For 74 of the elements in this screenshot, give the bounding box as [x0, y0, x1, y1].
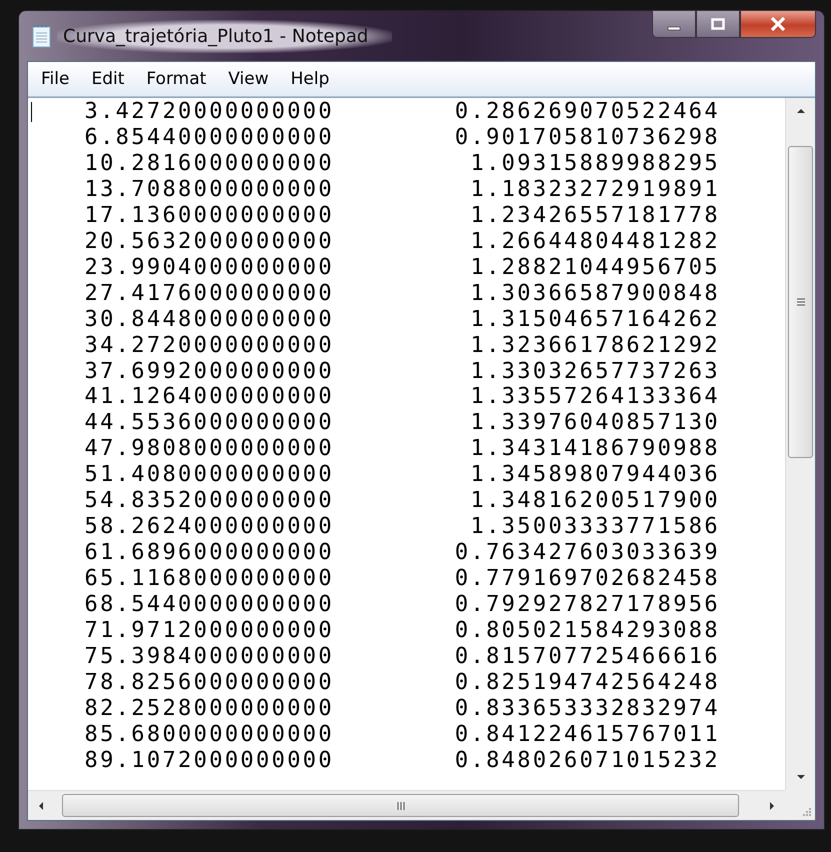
notepad-icon: [31, 24, 53, 48]
text-value: 6.85440000000000: [83, 124, 334, 151]
window-title: Curva_trajetória_Pluto1 - Notepad: [57, 20, 392, 52]
text-value: 78.8256000000000: [83, 670, 334, 696]
text-value: 1.34314186790988: [469, 436, 720, 462]
text-value: 1.35003333771586: [469, 514, 720, 540]
text-value: 0.841224615767011: [454, 722, 720, 748]
menu-item[interactable]: View: [219, 67, 278, 91]
text-value: 0.805021584293088: [454, 618, 720, 644]
text-value: 1.28821044956705: [469, 254, 720, 281]
text-value: 41.1264000000000: [83, 384, 334, 410]
text-value: 0.779169702682458: [454, 566, 720, 592]
text-value: 3.42720000000000: [83, 99, 334, 125]
text-value: 0.848026071015232: [454, 748, 720, 774]
maximize-button[interactable]: [696, 10, 740, 38]
scroll-thumb[interactable]: [62, 794, 739, 817]
scroll-thumb[interactable]: [788, 146, 813, 458]
text-value: 1.34589807944036: [469, 462, 720, 488]
text-value: 0.763427603033639: [454, 540, 720, 566]
text-value: 85.6800000000000: [83, 722, 334, 748]
text-value: 51.4080000000000: [83, 462, 334, 488]
text-value: 37.6992000000000: [83, 358, 334, 384]
minimize-button[interactable]: [652, 10, 696, 38]
text-value: 1.33557264133364: [469, 384, 720, 410]
vertical-scrollbar[interactable]: [785, 98, 815, 790]
text-value: 47.9808000000000: [83, 436, 334, 462]
text-cursor: [31, 102, 32, 122]
minimize-icon: [667, 26, 681, 30]
resize-grip-icon[interactable]: [800, 805, 812, 817]
text-value: 0.901705810736298: [454, 124, 720, 151]
text-value: 65.1168000000000: [83, 566, 334, 592]
text-value: 89.1072000000000: [83, 748, 334, 774]
close-button[interactable]: [740, 10, 816, 38]
maximize-icon: [710, 16, 726, 32]
text-value: 1.33032657737263: [469, 358, 720, 384]
text-value: 58.2624000000000: [83, 514, 334, 540]
text-value: 0.815707725466616: [454, 644, 720, 670]
text-value: 1.34816200517900: [469, 488, 720, 514]
text-value: 0.833653332832974: [454, 696, 720, 722]
scroll-right-icon[interactable]: [767, 800, 777, 812]
menu-item[interactable]: Edit: [82, 67, 134, 91]
text-value: 1.33976040857130: [469, 410, 720, 436]
close-icon: [769, 16, 787, 32]
text-value: 0.825194742564248: [454, 670, 720, 696]
menu-item[interactable]: Help: [282, 67, 338, 91]
menu-item[interactable]: Format: [137, 67, 216, 91]
text-value: 1.18323272919891: [469, 176, 720, 203]
text-value: 1.23426557181778: [469, 202, 720, 229]
text-value: 1.26644804481282: [469, 228, 720, 255]
text-value: 10.2816000000000: [83, 150, 334, 177]
text-value: 27.4176000000000: [83, 280, 334, 307]
text-value: 61.6896000000000: [83, 540, 334, 566]
horizontal-scrollbar[interactable]: [28, 790, 785, 820]
scroll-up-icon[interactable]: [794, 106, 806, 116]
text-value: 1.30366587900848: [469, 280, 720, 307]
text-value: 34.2720000000000: [83, 332, 334, 359]
text-value: 1.32366178621292: [469, 332, 720, 359]
text-value: 20.5632000000000: [83, 228, 334, 255]
text-value: 44.5536000000000: [83, 410, 334, 436]
text-value: 23.9904000000000: [83, 254, 334, 281]
text-value: 82.2528000000000: [83, 696, 334, 722]
text-value: 54.8352000000000: [83, 488, 334, 514]
text-value: 17.1360000000000: [83, 202, 334, 229]
scroll-down-icon[interactable]: [794, 772, 806, 782]
menu-item[interactable]: File: [32, 67, 78, 91]
text-value: 71.9712000000000: [83, 618, 334, 644]
text-value: 1.31504657164262: [469, 306, 720, 333]
text-value: 68.5440000000000: [83, 592, 334, 618]
text-value: 0.792927827178956: [454, 592, 720, 618]
text-value: 13.7088000000000: [83, 176, 334, 203]
text-value: 30.8448000000000: [83, 306, 334, 333]
text-value: 0.286269070522464: [454, 99, 720, 125]
text-value: 75.3984000000000: [83, 644, 334, 670]
text-value: 1.09315889988295: [469, 150, 720, 177]
